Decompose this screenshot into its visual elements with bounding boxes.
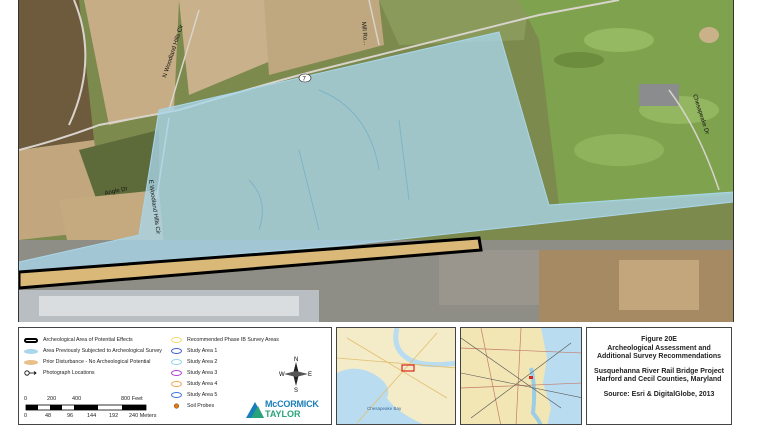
legend-label: Study Area 1: [187, 348, 218, 354]
legend-label: Soil Probes: [187, 403, 215, 409]
study-area-4-symbol: [171, 381, 182, 387]
arrow-circle-icon: [24, 370, 37, 376]
study-area-3-symbol: [171, 370, 182, 376]
figure-number: Figure 20E: [641, 336, 677, 343]
map-label: Chesapeake Bay: [367, 406, 402, 411]
figure-title-line2: Additional Survey Recommendations: [596, 353, 722, 360]
legend-item: Prior Disturbance - No Archeological Pot…: [24, 359, 150, 365]
project-name: Susquehanna River Rail Bridge Project: [594, 367, 724, 375]
logo-text-line1: McCORMICK: [265, 399, 319, 409]
scale-tick: 192: [109, 413, 119, 419]
scale-tick: 96: [67, 413, 74, 419]
sand-trap: [699, 27, 719, 43]
scale-tick: 0: [24, 396, 28, 402]
locator-map-local: Chesapeake Bay: [336, 327, 456, 425]
map-panel: Archeological Area of Potential Effects …: [18, 327, 732, 425]
east-label: E: [308, 372, 312, 378]
south-label: S: [294, 388, 298, 392]
legend-item: Study Area 3: [171, 370, 217, 376]
logo-icon: [246, 402, 264, 418]
disturbance-symbol: [24, 359, 38, 365]
scale-tick: 0: [24, 413, 28, 419]
locator-map-local-canvas: Chesapeake Bay: [337, 328, 455, 424]
legend-label: Archeological Area of Potential Effects: [43, 337, 133, 343]
legend-label: Study Area 4: [187, 381, 218, 387]
project-location-marker: [529, 376, 533, 379]
aerial-map: 7 Mill Ro... N Woodland Hills Cir Angle …: [18, 0, 734, 322]
scale-tick: 800 Feet: [121, 396, 143, 402]
locator-map-regional-canvas: [461, 328, 581, 424]
north-label: N: [294, 357, 298, 363]
company-logo: McCORMICK TAYLOR: [246, 398, 330, 420]
locator-map-regional: [460, 327, 582, 425]
study-area-1-symbol: [171, 348, 182, 354]
legend-item: Recommended Phase IB Survey Areas: [171, 337, 279, 343]
legend-item: Archeological Area of Potential Effects: [24, 337, 133, 343]
north-arrow-icon: N S E W: [279, 357, 312, 392]
legend-label: Study Area 5: [187, 392, 218, 398]
scale-tick: 48: [45, 413, 52, 419]
west-label: W: [279, 372, 285, 378]
scale-tick: 240 Meters: [129, 413, 157, 419]
legend-item: Study Area 1: [171, 348, 217, 354]
fairway: [584, 28, 654, 52]
legend-item: Area Previously Subjected to Archeologic…: [24, 348, 162, 354]
logo-text-line2: TAYLOR: [265, 409, 301, 419]
legend-label: Study Area 2: [187, 359, 218, 365]
surveyed-symbol: [24, 348, 38, 354]
project-location: Harford and Cecil Counties, Maryland: [596, 376, 722, 383]
aerial-map-canvas: 7 Mill Ro... N Woodland Hills Cir Angle …: [19, 0, 733, 322]
warehouse-roof: [39, 296, 299, 316]
legend-label: Area Previously Subjected to Archeologic…: [43, 348, 162, 354]
phase-ib-symbol: [171, 337, 182, 343]
legend-label: Prior Disturbance - No Archeological Pot…: [43, 359, 151, 365]
scale-graphic: [25, 404, 147, 411]
fairway: [574, 134, 664, 166]
rail-yard: [439, 250, 549, 305]
legend-item: Photograph Locations: [24, 370, 95, 376]
scale-tick: 400: [72, 396, 82, 402]
figure-title-line1: Archeological Assessment and: [607, 344, 711, 352]
scale-bar: 0 200 400 800 Feet 0 48 96 144 192 240 M…: [24, 396, 185, 422]
ape-symbol: [24, 337, 38, 343]
field: [619, 260, 699, 310]
scale-tick: 144: [87, 413, 97, 419]
legend-label: Recommended Phase IB Survey Areas: [187, 337, 279, 343]
legend-item: Study Area 2: [171, 359, 217, 365]
scale-feet-labels: 0 200 400 800 Feet: [24, 396, 185, 403]
legend-label: Study Area 3: [187, 370, 218, 376]
legend: Archeological Area of Potential Effects …: [18, 327, 332, 425]
study-area-2-symbol: [171, 359, 182, 365]
tree-cluster: [554, 52, 604, 68]
legend-item: Study Area 4: [171, 381, 217, 387]
scale-tick: 200: [47, 396, 57, 402]
title-block: Figure 20E Archeological Assessment and …: [586, 327, 732, 425]
scale-meter-labels: 0 48 96 144 192 240 Meters: [24, 413, 185, 420]
legend-label: Photograph Locations: [43, 370, 95, 376]
source-credit: Source: Esri & DigitalGlobe, 2013: [603, 390, 715, 398]
